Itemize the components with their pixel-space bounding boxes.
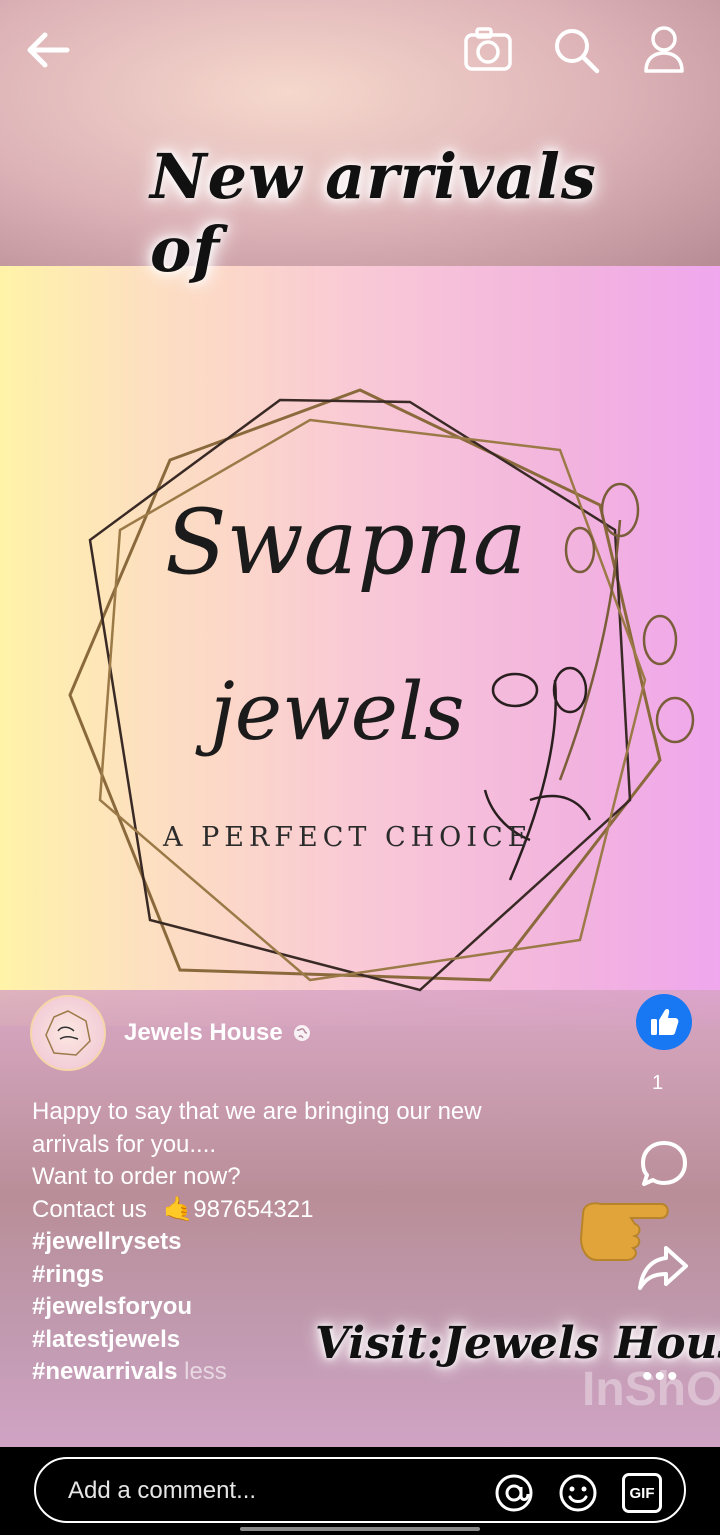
comment-bar: Add a comment... GIF bbox=[0, 1447, 720, 1535]
hashtag-link[interactable]: #rings bbox=[32, 1259, 592, 1292]
comment-button[interactable] bbox=[638, 1138, 690, 1195]
home-indicator bbox=[240, 1527, 480, 1531]
logo-tagline: A PERFECT CHOICE bbox=[163, 822, 533, 853]
thumbs-up-icon bbox=[651, 1009, 679, 1035]
caption-line: Happy to say that we are bringing our ne… bbox=[32, 1098, 482, 1125]
contact-label: Contact us bbox=[32, 1195, 147, 1223]
post-author[interactable]: Jewels House bbox=[30, 995, 311, 1071]
search-button[interactable] bbox=[546, 20, 606, 80]
see-less-link[interactable]: less bbox=[184, 1358, 227, 1385]
search-icon bbox=[555, 29, 600, 74]
avatar-logo-icon bbox=[45, 1010, 91, 1056]
hashtag-link[interactable]: #jewellrysets bbox=[32, 1226, 592, 1259]
arrow-left-icon bbox=[27, 32, 70, 68]
reel-viewer: New arrivals of Swapna jewels A PERFECT … bbox=[0, 0, 720, 1447]
comment-input[interactable]: Add a comment... GIF bbox=[34, 1457, 686, 1523]
top-bar bbox=[0, 0, 720, 100]
logo-brand-line1: Swapna bbox=[165, 490, 527, 595]
camera-button[interactable] bbox=[458, 20, 518, 80]
avatar[interactable] bbox=[30, 995, 106, 1071]
camera-icon bbox=[464, 27, 512, 71]
like-count[interactable]: 1 bbox=[652, 1072, 663, 1095]
hashtag-link[interactable]: #newarrivals bbox=[32, 1358, 177, 1385]
author-name[interactable]: Jewels House bbox=[124, 1019, 283, 1047]
smiley-icon[interactable] bbox=[558, 1473, 598, 1513]
comment-placeholder: Add a comment... bbox=[68, 1477, 257, 1504]
phone-number[interactable]: 987654321 bbox=[193, 1196, 313, 1223]
person-icon bbox=[644, 26, 684, 73]
share-button[interactable] bbox=[636, 1242, 690, 1297]
gif-button[interactable]: GIF bbox=[622, 1473, 662, 1513]
like-button[interactable] bbox=[636, 994, 692, 1050]
share-arrow-icon bbox=[638, 1246, 688, 1290]
caption-line: Want to order now? bbox=[32, 1163, 241, 1190]
globe-icon bbox=[293, 1025, 310, 1041]
gif-label: GIF bbox=[629, 1484, 655, 1502]
logo-brand-line2: jewels bbox=[210, 665, 465, 758]
caption-contact-line: Contact us 🤙987654321 bbox=[32, 1194, 592, 1227]
back-button[interactable] bbox=[18, 20, 78, 80]
profile-button[interactable] bbox=[634, 20, 694, 80]
at-sign-icon[interactable] bbox=[494, 1473, 534, 1513]
call-me-emoji: 🤙 bbox=[163, 1195, 194, 1223]
comment-bubble-icon bbox=[641, 1141, 687, 1186]
more-options-button[interactable]: ••• bbox=[642, 1360, 680, 1394]
post-headline: New arrivals of bbox=[150, 140, 597, 286]
caption-line: arrivals for you.... bbox=[32, 1130, 217, 1158]
